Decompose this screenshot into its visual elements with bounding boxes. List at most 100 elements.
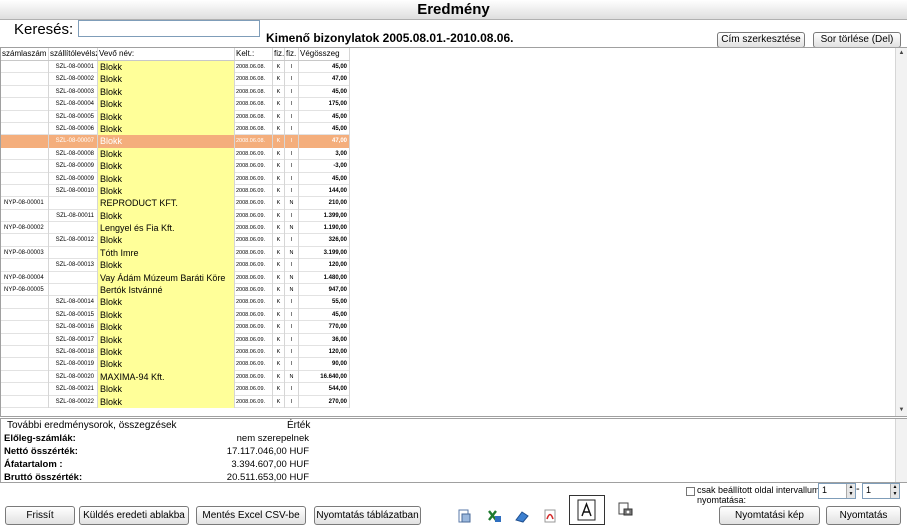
summary-row: Előleg-számlák: nem szerepelnek	[4, 433, 309, 444]
table-row[interactable]: SZL-08-00014 Blokk 2008.06.09. K I 55,00	[1, 296, 350, 309]
total-cell: 144,00	[299, 184, 350, 198]
delivery-note-cell	[49, 271, 98, 285]
table-row[interactable]: SZL-08-00022 Blokk 2008.06.09. K I 270,00	[1, 395, 350, 408]
table-row[interactable]: SZL-08-00020 MAXIMA-94 Kft. 2008.06.09. K N 1…	[1, 370, 350, 384]
total-cell: 947,00	[299, 284, 350, 297]
table-row[interactable]: SZL-08-00018 Blokk 2008.06.09. K I 120,00	[1, 345, 350, 359]
page-from-spinner[interactable]: 1 ▲ ▼	[818, 483, 856, 499]
invoice-number-cell	[1, 308, 49, 322]
save-csv-button[interactable]: Mentés Excel CSV-be	[196, 506, 306, 525]
customer-name-cell: Blokk	[98, 98, 235, 111]
customer-name-cell: Vay Ádám Múzeum Baráti Köre	[98, 271, 235, 285]
total-cell: 770,00	[299, 321, 350, 334]
column-header[interactable]: Vevő név:	[98, 48, 235, 60]
table-row[interactable]: SZL-08-00019 Blokk 2008.06.09. K I 90,00	[1, 358, 350, 371]
print-button[interactable]: Nyomtatás	[826, 506, 901, 525]
table-row[interactable]: SZL-08-00009 Blokk 2008.06.09. K I -3,00	[1, 160, 350, 173]
summary-panel: További eredménysorok, összegzések Érték…	[0, 418, 907, 483]
customer-name-cell: Blokk	[98, 184, 235, 198]
table-row[interactable]: SZL-08-00003 Blokk 2008.06.08. K I 45,00	[1, 85, 350, 99]
total-cell: 16.640,00	[299, 370, 350, 384]
table-row[interactable]: NYP-08-00005 Bertók Istvánné 2008.06.09. K N…	[1, 284, 350, 297]
delivery-note-cell: SZL-08-00013	[49, 259, 98, 272]
invoice-number-cell	[1, 358, 49, 371]
date-cell: 2008.06.09.	[235, 222, 273, 235]
table-row[interactable]: SZL-08-00012 Blokk 2008.06.09. K I 326,00	[1, 234, 350, 247]
total-cell: 45,00	[299, 308, 350, 322]
document-export-icon[interactable]	[456, 508, 472, 524]
invoice-number-cell: NYP-08-00003	[1, 246, 49, 260]
table-row[interactable]: SZL-08-00009 Blokk 2008.06.09. K I 45,00	[1, 172, 350, 185]
excel-export-icon[interactable]	[486, 508, 502, 524]
table-row[interactable]: NYP-08-00001 REPRODUCT KFT. 2008.06.09. K N 2…	[1, 197, 350, 210]
invoice-number-cell	[1, 259, 49, 272]
table-row[interactable]: SZL-08-00011 Blokk 2008.06.09. K I 1.399,00	[1, 209, 350, 223]
grid-scrollbar[interactable]: ▲ ▼	[895, 48, 907, 416]
search-input[interactable]	[78, 20, 260, 37]
payment-status-cell: I	[285, 234, 299, 247]
table-row[interactable]: SZL-08-00006 Blokk 2008.06.08. K I 45,00	[1, 122, 350, 136]
printer-settings-icon[interactable]	[616, 500, 634, 518]
customer-name-cell: Blokk	[98, 122, 235, 136]
column-header[interactable]: szállítólevélsz	[49, 48, 98, 60]
word-export-icon[interactable]	[514, 508, 530, 524]
column-header[interactable]: Végösszeg	[299, 48, 350, 60]
table-row[interactable]: SZL-08-00017 Blokk 2008.06.09. K I 36,00	[1, 333, 350, 346]
total-cell: 1.480,00	[299, 271, 350, 285]
payment-cell: K	[273, 234, 285, 247]
payment-status-cell: I	[285, 184, 299, 198]
customer-name-cell: Blokk	[98, 135, 235, 148]
page-to-spinner[interactable]: 1 ▲ ▼	[862, 483, 900, 499]
payment-status-cell: I	[285, 135, 299, 148]
payment-status-cell: I	[285, 358, 299, 371]
column-header[interactable]: Kelt.:	[235, 48, 273, 60]
customer-name-cell: Blokk	[98, 209, 235, 223]
delivery-note-cell	[49, 246, 98, 260]
delivery-note-cell	[49, 197, 98, 210]
table-row[interactable]: SZL-08-00016 Blokk 2008.06.09. K I 770,00	[1, 321, 350, 334]
table-row[interactable]: NYP-08-00002 Lengyel és Fia Kft. 2008.06.0…	[1, 222, 350, 235]
refresh-button[interactable]: Frissít	[5, 506, 75, 525]
total-cell: 45,00	[299, 61, 350, 74]
pdf-export-icon[interactable]	[542, 508, 558, 524]
payment-cell: K	[273, 172, 285, 185]
customer-name-cell: Blokk	[98, 85, 235, 99]
total-cell: 3,00	[299, 147, 350, 161]
table-row[interactable]: SZL-08-00013 Blokk 2008.06.09. K I 120,00	[1, 259, 350, 272]
total-cell: 45,00	[299, 110, 350, 123]
date-cell: 2008.06.08.	[235, 73, 273, 86]
edit-title-button[interactable]: Cím szerkesztése	[717, 32, 805, 48]
column-header[interactable]: számlaszám	[1, 48, 49, 60]
send-to-window-button[interactable]: Küldés eredeti ablakba	[79, 506, 189, 525]
table-row[interactable]: SZL-08-00008 Blokk 2008.06.09. K I 3,00	[1, 147, 350, 161]
column-header[interactable]: fiz.	[273, 48, 285, 60]
summary-scrollbar[interactable]	[895, 419, 907, 482]
payment-status-cell: N	[285, 246, 299, 260]
table-row[interactable]: SZL-08-00002 Blokk 2008.06.08. K I 47,00	[1, 73, 350, 86]
table-row[interactable]: SZL-08-00015 Blokk 2008.06.09. K I 45,00	[1, 308, 350, 322]
table-row[interactable]: SZL-08-00007 Blokk 2008.06.08. K I 47,00	[1, 135, 350, 148]
scroll-down-icon[interactable]: ▼	[897, 406, 906, 415]
delivery-note-cell: SZL-08-00006	[49, 122, 98, 136]
table-row[interactable]: SZL-08-00004 Blokk 2008.06.08. K I 175,00	[1, 98, 350, 111]
page-layout-button[interactable]	[569, 495, 605, 525]
table-row[interactable]: SZL-08-00001 Blokk 2008.06.08. K I 45,00	[1, 61, 350, 74]
delivery-note-cell: SZL-08-00002	[49, 73, 98, 86]
table-row[interactable]: SZL-08-00010 Blokk 2008.06.09. K I 144,00	[1, 184, 350, 198]
column-header[interactable]: fiz.	[285, 48, 299, 60]
payment-status-cell: I	[285, 296, 299, 309]
scroll-up-icon[interactable]: ▲	[897, 49, 906, 58]
customer-name-cell: Bertók Istvánné	[98, 284, 235, 297]
table-row[interactable]: NYP-08-00003 Tóth Imre 2008.06.09. K N 3.199,…	[1, 246, 350, 260]
payment-cell: K	[273, 135, 285, 148]
customer-name-cell: REPRODUCT KFT.	[98, 197, 235, 210]
delete-row-button[interactable]: Sor törlése (Del)	[813, 32, 901, 48]
table-row[interactable]: SZL-08-00005 Blokk 2008.06.08. K I 45,00	[1, 110, 350, 123]
print-preview-button[interactable]: Nyomtatási kép	[719, 506, 820, 525]
date-cell: 2008.06.09.	[235, 234, 273, 247]
table-row[interactable]: NYP-08-00004 Vay Ádám Múzeum Baráti Köre 2…	[1, 271, 350, 285]
date-cell: 2008.06.09.	[235, 160, 273, 173]
table-row[interactable]: SZL-08-00021 Blokk 2008.06.09. K I 544,00	[1, 383, 350, 396]
print-table-button[interactable]: Nyomtatás táblázatban	[314, 506, 421, 525]
print-range-checkbox[interactable]	[686, 487, 695, 496]
